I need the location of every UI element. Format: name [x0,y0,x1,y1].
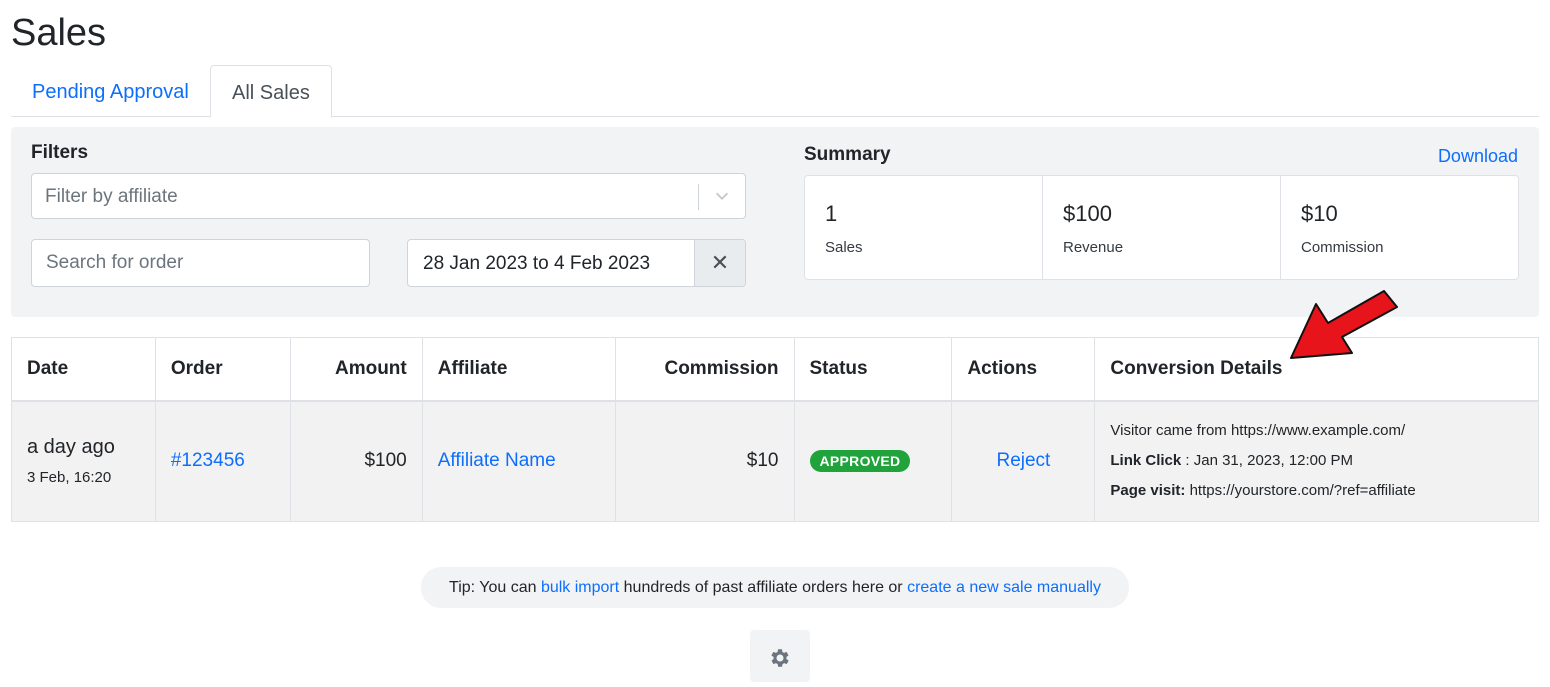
header-status[interactable]: Status [793,337,953,402]
conversion-link-click: Link Click : Jan 31, 2023, 12:00 PM [1110,446,1523,476]
summary-commission-label: Commission [1301,239,1384,256]
red-arrow-icon [1290,290,1398,359]
cell-amount: $100 [289,400,423,522]
header-commission[interactable]: Commission [614,337,795,402]
page-title: Sales [11,12,107,54]
create-sale-link[interactable]: create a new sale manually [907,579,1101,596]
select-separator [698,184,699,210]
date-relative: a day ago [27,436,115,459]
chevron-down-icon[interactable] [713,187,731,205]
reject-link[interactable]: Reject [996,450,1050,471]
header-date[interactable]: Date [11,337,156,402]
summary-card-revenue: $100 Revenue [1043,176,1281,279]
header-actions: Actions [951,337,1096,402]
tip-middle: hundreds of past affiliate orders here o… [619,579,908,596]
summary-revenue-label: Revenue [1063,239,1124,256]
summary-commission-value: $10 [1301,201,1338,226]
tip-banner: Tip: You can bulk import hundreds of pas… [421,567,1129,608]
header-order[interactable]: Order [154,337,291,402]
affiliate-filter-select[interactable]: Filter by affiliate [31,173,746,219]
order-search-input[interactable] [31,239,370,287]
date-range-value: 28 Jan 2023 to 4 Feb 2023 [423,253,651,274]
cell-date: a day ago 3 Feb, 16:20 [11,400,156,522]
cell-actions: Reject [951,400,1096,522]
filters-title: Filters [31,142,89,163]
conversion-visitor: Visitor came from https://www.example.co… [1110,422,1406,440]
conversion-page-visit: Page visit: https://yourstore.com/?ref=a… [1110,476,1523,506]
summary-cards: 1 Sales $100 Revenue $10 Commission [804,175,1519,280]
affiliate-filter-placeholder: Filter by affiliate [45,186,178,207]
summary-sales-label: Sales [825,239,863,256]
table-row: a day ago 3 Feb, 16:20 #123456 $100 Affi… [11,400,1539,522]
page-visit-value: https://yourstore.com/?ref=affiliate [1185,482,1416,500]
sales-table: Date Order Amount Affiliate Commission S… [11,337,1539,522]
status-badge: APPROVED [809,450,911,473]
affiliate-link[interactable]: Affiliate Name [438,450,556,471]
tab-pending-approval[interactable]: Pending Approval [11,65,210,117]
tab-all-sales[interactable]: All Sales [210,65,332,118]
summary-revenue-value: $100 [1063,201,1112,226]
bulk-import-link[interactable]: bulk import [541,579,619,596]
link-click-value: : Jan 31, 2023, 12:00 PM [1181,452,1354,470]
header-affiliate[interactable]: Affiliate [421,337,616,402]
cell-commission: $10 [614,400,795,522]
clear-date-button[interactable]: ✕ [694,240,745,286]
filters-summary-panel: Filters Filter by affiliate 28 Jan 2023 … [11,127,1539,317]
link-click-label: Link Click [1110,452,1182,470]
tip-prefix: Tip: You can [449,579,541,596]
tabs-bar: Pending Approval All Sales [11,65,1539,118]
cell-affiliate: Affiliate Name [421,400,616,522]
cell-order: #123456 [154,400,291,522]
cell-status: APPROVED [793,400,953,522]
summary-card-commission: $10 Commission [1281,176,1518,279]
settings-button[interactable] [750,630,810,682]
date-range-picker[interactable]: 28 Jan 2023 to 4 Feb 2023 ✕ [407,239,746,287]
header-amount[interactable]: Amount [289,337,423,402]
order-link[interactable]: #123456 [171,450,245,471]
gear-icon [771,649,789,667]
summary-sales-value: 1 [825,201,838,226]
page-visit-label: Page visit: [1110,482,1186,500]
cell-conversion-details: Visitor came from https://www.example.co… [1094,400,1539,522]
summary-card-sales: 1 Sales [805,176,1043,279]
summary-title: Summary [804,144,891,165]
download-link[interactable]: Download [1438,146,1518,167]
date-exact: 3 Feb, 16:20 [27,469,112,487]
